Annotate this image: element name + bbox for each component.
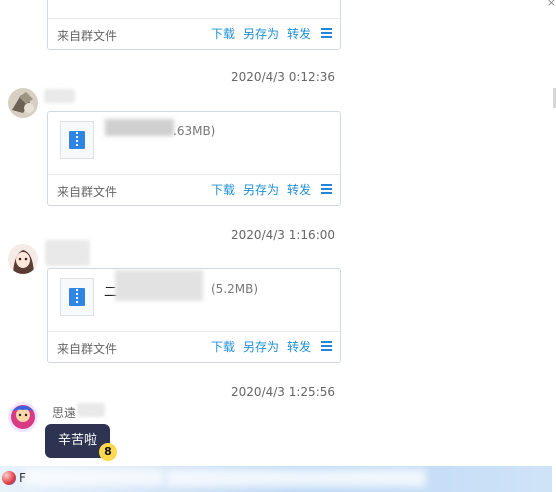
sender-name: 思遠 [52, 406, 77, 420]
file-source-label: 来自群文件 [57, 185, 118, 199]
message-timestamp: 2020/4/3 1:16:00 [231, 228, 335, 242]
file-icon-box [60, 121, 94, 159]
zip-file-icon [69, 131, 85, 149]
avatar[interactable] [8, 402, 38, 432]
blurred-text [166, 469, 426, 487]
file-actions: 下载 另存为 转发 [203, 338, 332, 355]
download-button[interactable]: 下载 [211, 338, 235, 355]
forward-button[interactable]: 转发 [287, 25, 311, 42]
download-button[interactable]: 下载 [211, 181, 235, 198]
save-as-button[interactable]: 另存为 [243, 181, 279, 198]
badge-icon: 8 [99, 443, 117, 461]
menu-icon[interactable] [321, 28, 332, 39]
file-source-label: 来自群文件 [57, 342, 118, 356]
sender-name [45, 240, 90, 266]
message-text: 辛苦啦 [57, 433, 97, 448]
download-button[interactable]: 下载 [211, 25, 235, 42]
file-name [105, 119, 174, 136]
card-footer: 来自群文件 下载 另存为 转发 [48, 174, 340, 205]
zip-file-icon [69, 288, 85, 306]
input-text: F [19, 471, 26, 485]
file-name-blurred [115, 270, 203, 301]
card-footer: 来自群文件 下载 另存为 转发 [48, 331, 340, 362]
file-actions: 下载 另存为 转发 [203, 181, 332, 198]
menu-icon[interactable] [321, 341, 332, 352]
file-card[interactable]: 二 (5.2MB) 来自群文件 下载 另存为 转发 [47, 268, 341, 363]
close-icon[interactable]: × [547, 0, 556, 9]
blurred-text [24, 468, 164, 486]
file-size: .63MB) [173, 124, 216, 138]
file-card[interactable]: .63MB) 来自群文件 下载 另存为 转发 [47, 111, 341, 206]
menu-icon[interactable] [321, 184, 332, 195]
avatar[interactable] [2, 471, 16, 485]
forward-button[interactable]: 转发 [287, 181, 311, 198]
file-size: (5.2MB) [211, 282, 259, 296]
message-timestamp: 2020/4/3 0:12:36 [231, 70, 335, 84]
chat-window: × 来自群文件 下载 另存为 转发 2020/4/3 0:12:36 .63MB… [0, 0, 556, 492]
sender-name [44, 89, 75, 103]
file-card: 来自群文件 下载 另存为 转发 [47, 0, 341, 50]
file-icon-box [60, 278, 94, 316]
save-as-button[interactable]: 另存为 [243, 25, 279, 42]
avatar[interactable] [8, 88, 38, 118]
save-as-button[interactable]: 另存为 [243, 338, 279, 355]
file-source-label: 来自群文件 [57, 29, 118, 43]
avatar[interactable] [8, 244, 38, 274]
sender-name-blurred [77, 403, 105, 417]
card-footer: 来自群文件 下载 另存为 转发 [48, 18, 340, 49]
file-actions: 下载 另存为 转发 [203, 25, 332, 42]
forward-button[interactable]: 转发 [287, 338, 311, 355]
message-input-bar[interactable] [0, 466, 552, 492]
message-timestamp: 2020/4/3 1:25:56 [231, 385, 335, 399]
